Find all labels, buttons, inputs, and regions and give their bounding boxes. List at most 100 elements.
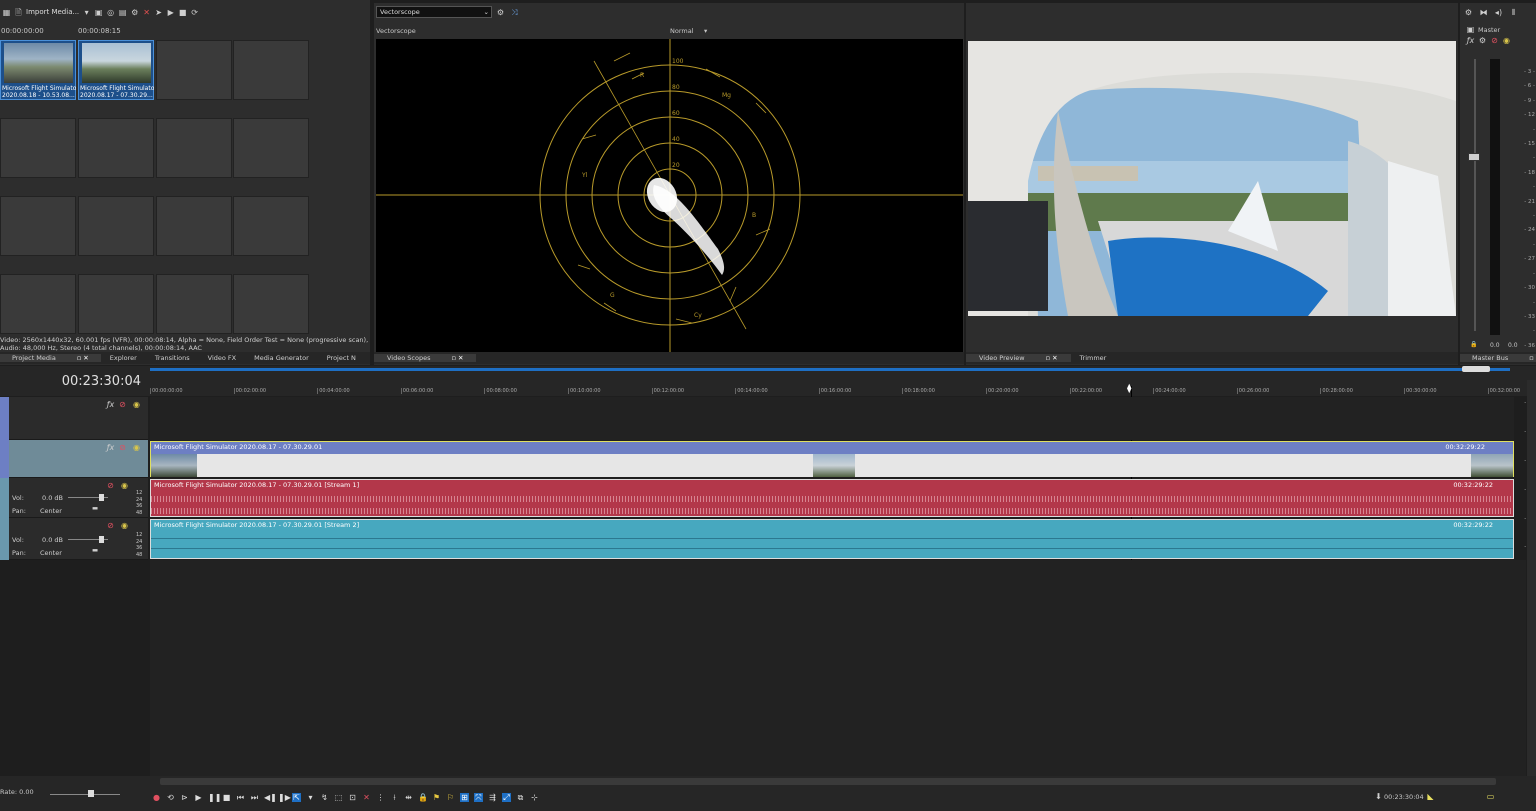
audio-clip-stream-1[interactable]: Microsoft Flight Simulator 2020.08.17 - … <box>150 479 1514 517</box>
trim-icon[interactable]: ⋮ <box>376 793 385 802</box>
timeline-empty-area[interactable] <box>150 560 1526 776</box>
stop-icon[interactable]: ■ <box>178 8 187 17</box>
normal-edit-tool-icon[interactable]: ⇱ <box>292 792 301 802</box>
automation-icon[interactable]: ⚙ <box>1478 36 1487 45</box>
scope-mode-select[interactable]: Normal <box>670 27 694 35</box>
record-icon[interactable]: ● <box>152 793 161 802</box>
zoom-tool-icon[interactable]: ⊡ <box>348 793 357 802</box>
volume-slider-handle[interactable] <box>99 536 104 543</box>
track-header-video[interactable]: ƒx ⊘ ◉ <box>0 440 148 478</box>
mute-icon[interactable]: ⊘ <box>118 443 127 452</box>
tab-video-preview[interactable]: Video Preview ▫ ✕ <box>966 354 1071 362</box>
media-fx-icon[interactable]: ▤ <box>118 8 127 17</box>
lock-icon[interactable]: 🔒 <box>1470 341 1477 348</box>
tab-project-media[interactable]: Project Media ▫ ✕ <box>0 354 101 362</box>
mute-icon[interactable]: ⊘ <box>106 481 115 490</box>
tab-master-bus[interactable]: Master Bus▫ ✕ <box>1460 354 1536 362</box>
ignore-grouping-icon[interactable]: ⧉ <box>516 793 525 802</box>
tab-media-generator[interactable]: Media Generator <box>245 354 318 362</box>
close-icon[interactable]: ▫ ✕ <box>442 354 472 362</box>
fx-icon[interactable]: ƒx <box>1466 36 1475 45</box>
track-lane-1[interactable] <box>150 397 1514 440</box>
motion-tracking-icon[interactable]: ⊹ <box>530 793 539 802</box>
track-header-audio-1[interactable]: ⊘ ◉ Vol: 0.0 dB Pan: Center ▬ 12 24 36 4… <box>0 478 148 518</box>
loop-region-handle[interactable] <box>1462 366 1490 372</box>
track-header-audio-2[interactable]: ⊘ ◉ Vol: 0.0 dB Pan: Center ▬ 12 24 36 4… <box>0 518 148 560</box>
checkbox-icon[interactable]: ▣ <box>1466 25 1475 34</box>
go-to-end-icon[interactable]: ⏭ <box>250 793 259 802</box>
snapping-icon[interactable]: ⊞ <box>460 792 469 802</box>
split-icon[interactable]: ⟊ <box>390 793 399 802</box>
update-scope-icon[interactable]: ⤨ <box>510 8 519 17</box>
pan-slider-handle[interactable]: ▬ <box>92 504 98 512</box>
solo-icon[interactable]: ◉ <box>132 443 141 452</box>
envelope-tool-icon[interactable]: ↯ <box>320 793 329 802</box>
status-timecode[interactable]: 00:23:30:04 <box>1384 793 1424 801</box>
playhead-marker-icon[interactable]: ⧫ <box>1127 385 1136 394</box>
tool-dropdown-icon[interactable]: ▾ <box>306 793 315 802</box>
solo-icon[interactable]: ◉ <box>132 400 141 409</box>
master-fader-handle[interactable] <box>1468 153 1480 161</box>
go-to-start-icon[interactable]: ⏮ <box>236 793 245 802</box>
selection-tool-icon[interactable]: ⬚ <box>334 793 343 802</box>
next-frame-icon[interactable]: ❚▶ <box>278 793 291 802</box>
tab-video-fx[interactable]: Video FX <box>199 354 245 362</box>
close-icon[interactable]: ▫ ✕ <box>1520 354 1536 362</box>
fx-icon[interactable]: ƒx <box>106 400 115 409</box>
play-from-start-icon[interactable]: ⊳ <box>180 793 189 802</box>
meter-icon[interactable]: ⦀ <box>1509 8 1518 17</box>
volume-slider-handle[interactable] <box>99 494 104 501</box>
tab-trimmer[interactable]: Trimmer <box>1071 354 1116 362</box>
rate-slider-handle[interactable] <box>88 790 94 797</box>
dropdown-icon[interactable]: ▾ <box>82 8 91 17</box>
auto-ripple-icon[interactable]: ⇶ <box>488 793 497 802</box>
solo-icon[interactable]: ◉ <box>120 481 129 490</box>
stop-icon[interactable]: ■ <box>222 793 231 802</box>
cd-icon[interactable]: ◎ <box>106 8 115 17</box>
region-icon[interactable]: ⚐ <box>446 793 455 802</box>
pause-icon[interactable]: ❚❚ <box>208 793 221 802</box>
marker-icon[interactable]: ⚑ <box>432 793 441 802</box>
auto-preview-icon[interactable]: ⟳ <box>190 8 199 17</box>
play-icon[interactable]: ▶ <box>194 793 203 802</box>
prev-frame-icon[interactable]: ◀❚ <box>264 793 277 802</box>
loop-region-bar[interactable] <box>150 368 1510 371</box>
fx-icon[interactable]: ƒx <box>106 443 115 452</box>
vertical-scrollbar[interactable] <box>1527 380 1536 776</box>
audio-clip-stream-2[interactable]: Microsoft Flight Simulator 2020.08.17 - … <box>150 519 1514 559</box>
auto-crossfade-icon[interactable]: ⤧ <box>474 792 483 802</box>
mixer-icon[interactable]: ⧓ <box>1479 8 1488 17</box>
time-ruler[interactable]: 00:00:00:00 00:02:00:00 00:04:00:00 00:06:0… <box>150 380 1526 396</box>
gear-icon[interactable]: ⚙ <box>1464 8 1473 17</box>
rate-slider[interactable] <box>50 794 120 795</box>
capture-icon[interactable]: ▣ <box>94 8 103 17</box>
tab-project-notes[interactable]: Project N <box>318 354 365 362</box>
delete-icon[interactable]: ✕ <box>362 793 371 802</box>
lock-icon[interactable]: 🔒 <box>418 793 428 802</box>
media-thumb[interactable]: Microsoft Flight Simulator 2020.08.17 - … <box>78 40 154 100</box>
media-thumb[interactable]: Microsoft Flight Simulator 2020.08.18 - … <box>0 40 76 100</box>
mute-icon[interactable]: ⊘ <box>1490 36 1499 45</box>
gear-icon[interactable]: ⚙ <box>496 8 505 17</box>
loop-icon[interactable]: ⟲ <box>166 793 175 802</box>
tab-explorer[interactable]: Explorer <box>101 354 146 362</box>
solo-icon[interactable]: ◉ <box>120 521 129 530</box>
mute-icon[interactable]: ⊘ <box>106 521 115 530</box>
play-icon[interactable]: ▶ <box>166 8 175 17</box>
solo-icon[interactable]: ◉ <box>1502 36 1511 45</box>
close-icon[interactable]: ▫ ✕ <box>1037 354 1067 362</box>
pan-slider-handle[interactable]: ▬ <box>92 546 98 554</box>
import-icon[interactable]: 🗎 <box>14 8 23 17</box>
ripple-icon[interactable]: ⇹ <box>404 793 413 802</box>
horizontal-scrollbar[interactable] <box>160 778 1496 785</box>
mute-icon[interactable]: ⊘ <box>118 400 127 409</box>
import-media-button[interactable]: Import Media... <box>26 8 79 16</box>
close-icon[interactable]: ▫ ✕ <box>68 354 98 362</box>
tab-video-scopes[interactable]: Video Scopes ▫ ✕ <box>374 354 477 362</box>
select-icon[interactable]: ➤ <box>154 8 163 17</box>
properties-icon[interactable]: ⚙ <box>130 8 139 17</box>
lock-envelopes-icon[interactable]: ⤢ <box>502 792 511 802</box>
delete-icon[interactable]: ✕ <box>142 8 151 17</box>
cursor-timecode[interactable]: 00:23:30:04 <box>0 371 145 393</box>
tab-transitions[interactable]: Transitions <box>146 354 199 362</box>
